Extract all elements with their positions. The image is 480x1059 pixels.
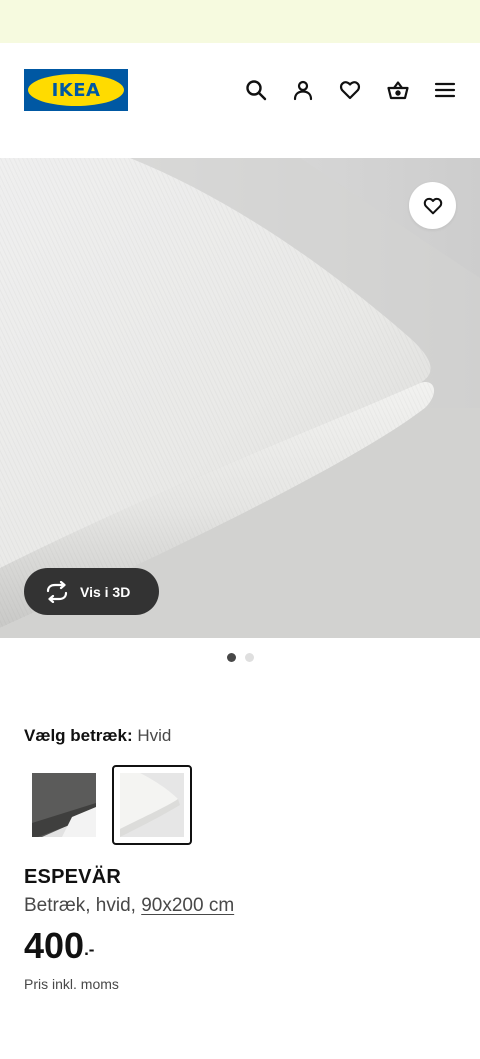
search-button[interactable] xyxy=(242,76,270,104)
ikea-logo[interactable]: IKEA xyxy=(24,69,128,111)
account-button[interactable] xyxy=(289,76,317,104)
product-image-gallery[interactable]: Vis i 3D xyxy=(0,158,480,638)
gallery-pagination xyxy=(0,653,480,663)
variant-label: Vælg betræk: xyxy=(24,726,133,745)
price-integer: 400 xyxy=(24,925,85,966)
logo-oval: IKEA xyxy=(28,74,124,106)
basket-icon xyxy=(387,81,409,100)
variant-selector-heading: Vælg betræk: Hvid xyxy=(24,726,171,746)
add-to-favorites-button[interactable] xyxy=(409,182,456,229)
pagination-dot[interactable] xyxy=(244,653,254,662)
hamburger-menu-icon xyxy=(434,82,456,98)
basket-button[interactable] xyxy=(384,76,412,104)
product-photo xyxy=(0,158,480,638)
favorites-button[interactable] xyxy=(336,76,364,104)
top-banner xyxy=(0,0,480,43)
price-note: Pris inkl. moms xyxy=(24,976,119,992)
product-price: 400 .- xyxy=(24,924,94,972)
pagination-dot-active[interactable] xyxy=(226,653,236,662)
site-header: IKEA xyxy=(0,43,480,158)
menu-button[interactable] xyxy=(431,76,459,104)
logo-text: IKEA xyxy=(51,79,101,101)
variant-swatch-grey[interactable] xyxy=(24,765,104,845)
user-icon xyxy=(293,80,313,101)
variant-swatch-white-selected[interactable] xyxy=(112,765,192,845)
search-icon xyxy=(246,80,267,101)
product-size-link[interactable]: 90x200 cm xyxy=(141,895,234,916)
price-suffix: .- xyxy=(84,940,95,959)
view-in-3d-label: Vis i 3D xyxy=(80,583,131,600)
swatch-image-grey xyxy=(32,773,96,837)
product-name: ESPEVÄR xyxy=(24,866,121,888)
swatch-image-white xyxy=(120,773,184,837)
view-in-3d-button[interactable]: Vis i 3D xyxy=(24,568,159,615)
product-description: Betræk, hvid, 90x200 cm xyxy=(24,895,234,917)
product-description-text: Betræk, hvid, xyxy=(24,895,142,916)
variant-value: Hvid xyxy=(137,726,172,745)
rotate-3d-icon xyxy=(46,580,68,603)
heart-icon xyxy=(339,81,361,100)
heart-icon xyxy=(423,197,442,214)
